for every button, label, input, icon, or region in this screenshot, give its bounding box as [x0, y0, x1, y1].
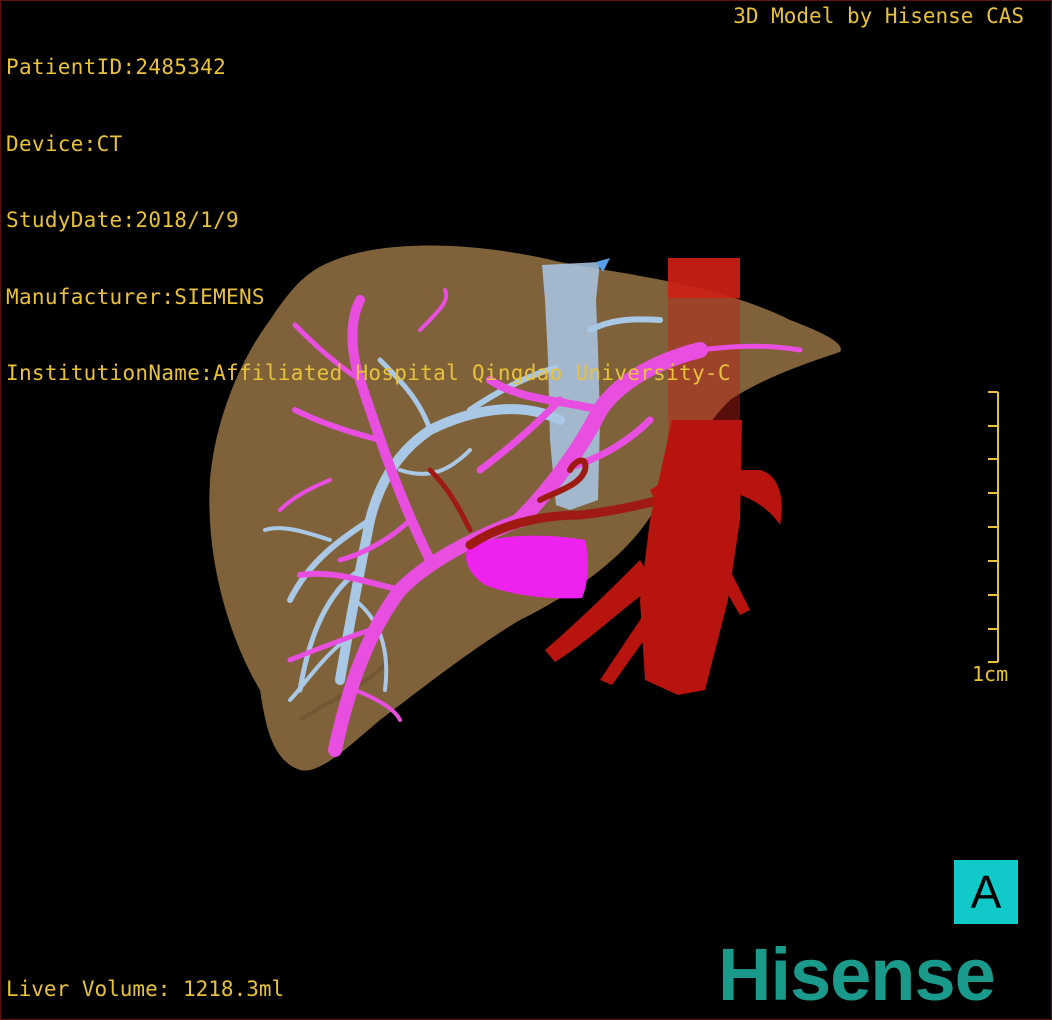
liver-volume: Liver Volume: 1218.3ml — [6, 977, 285, 1001]
device: Device:CT — [6, 131, 123, 156]
manufacturer: Manufacturer:SIEMENS — [6, 284, 265, 309]
orientation-indicator[interactable]: A — [954, 860, 1018, 924]
dicom-info: PatientID:2485342 Device:CT StudyDate:20… — [6, 4, 731, 412]
scale-bar — [988, 391, 999, 663]
patient-id: PatientID:2485342 — [6, 55, 227, 79]
study-date: StudyDate:2018/1/9 — [6, 208, 239, 232]
brand-logo: Hisense — [718, 933, 996, 1016]
model-credit: 3D Model by Hisense CAS — [733, 4, 1024, 28]
institution-name: InstitutionName:Affiliated Hospital Qing… — [6, 361, 731, 385]
scale-bar-label: 1cm — [972, 662, 1009, 686]
